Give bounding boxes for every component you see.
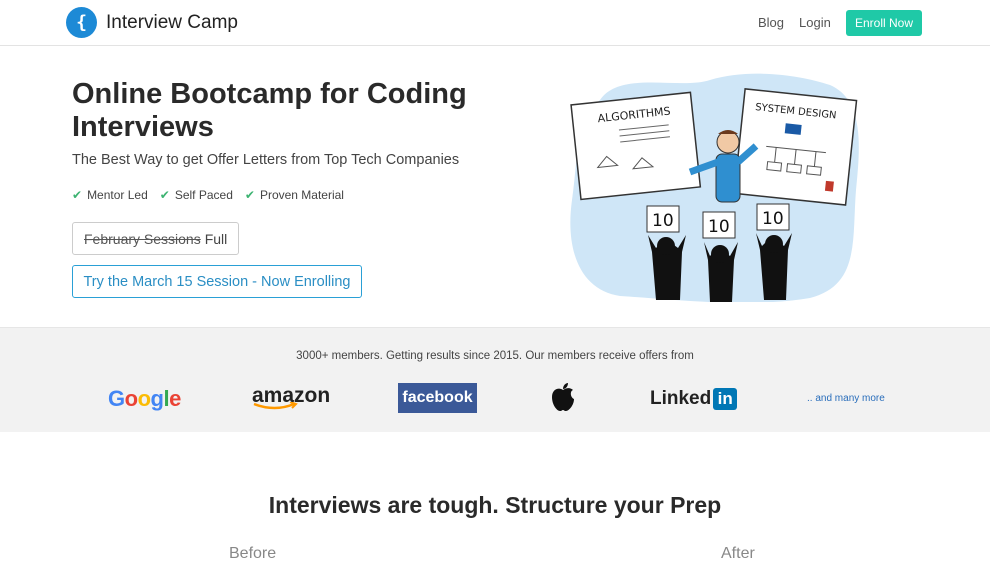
linkedin-logo: Linked in	[650, 384, 738, 414]
nav-blog-link[interactable]: Blog	[758, 15, 784, 30]
check-icon: ✔	[244, 188, 255, 202]
amazon-logo: amazon	[252, 384, 330, 414]
brand-name: Interview Camp	[106, 11, 238, 33]
feature-label: Mentor Led	[87, 188, 148, 202]
sessions-status: Full	[204, 230, 228, 247]
after-label: After	[721, 545, 755, 562]
brand[interactable]: { Interview Camp	[66, 7, 238, 38]
feature-list: ✔ Mentor Led ✔ Self Paced ✔ Proven Material	[72, 188, 356, 202]
judges-group: 10 10 10	[646, 203, 792, 302]
sessions-struck-text: February Sessions	[84, 230, 201, 247]
feature-item: ✔ Mentor Led	[72, 188, 148, 202]
check-icon: ✔	[72, 188, 83, 202]
linkedin-wordmark: Linked	[650, 388, 712, 409]
hero-subtitle: The Best Way to get Offer Letters from T…	[72, 152, 460, 168]
interview-illustration: ALGORITHMS SYSTEM DESIGN 10 10 10	[570, 73, 859, 302]
section-title: Interviews are tough. Structure your Pre…	[268, 492, 722, 518]
feature-label: Self Paced	[174, 188, 233, 202]
companies-band: 3000+ members. Getting results since 201…	[0, 327, 990, 432]
score-card: 10	[652, 211, 674, 231]
try-march-session-button[interactable]: Try the March 15 Session - Now Enrolling	[72, 265, 362, 298]
feature-item: ✔ Self Paced	[160, 188, 233, 202]
many-more-link[interactable]: .. and many more	[807, 393, 885, 404]
feature-item: ✔ Proven Material	[245, 188, 344, 202]
enroll-now-button[interactable]: Enroll Now	[846, 10, 922, 36]
score-card: 10	[708, 217, 730, 237]
feature-label: Proven Material	[259, 188, 344, 202]
algorithms-board: ALGORITHMS	[570, 91, 702, 201]
score-card: 10	[762, 209, 784, 229]
members-caption: 3000+ members. Getting results since 201…	[296, 350, 694, 362]
apple-logo-icon	[550, 382, 576, 412]
facebook-logo: facebook	[398, 383, 477, 413]
google-logo: Google	[108, 386, 181, 411]
february-sessions-badge: February Sessions Full	[72, 222, 240, 255]
amazon-smile-icon	[253, 402, 298, 410]
top-nav: { Interview Camp Blog Login Enroll Now	[0, 0, 990, 46]
nav-login-link[interactable]: Login	[799, 15, 831, 30]
check-icon: ✔	[159, 188, 170, 202]
hero-title: Online Bootcamp for Coding Interviews	[72, 78, 467, 143]
brace-logo-icon: {	[66, 7, 97, 38]
before-label: Before	[229, 545, 277, 562]
linkedin-in-badge: in	[713, 388, 738, 410]
